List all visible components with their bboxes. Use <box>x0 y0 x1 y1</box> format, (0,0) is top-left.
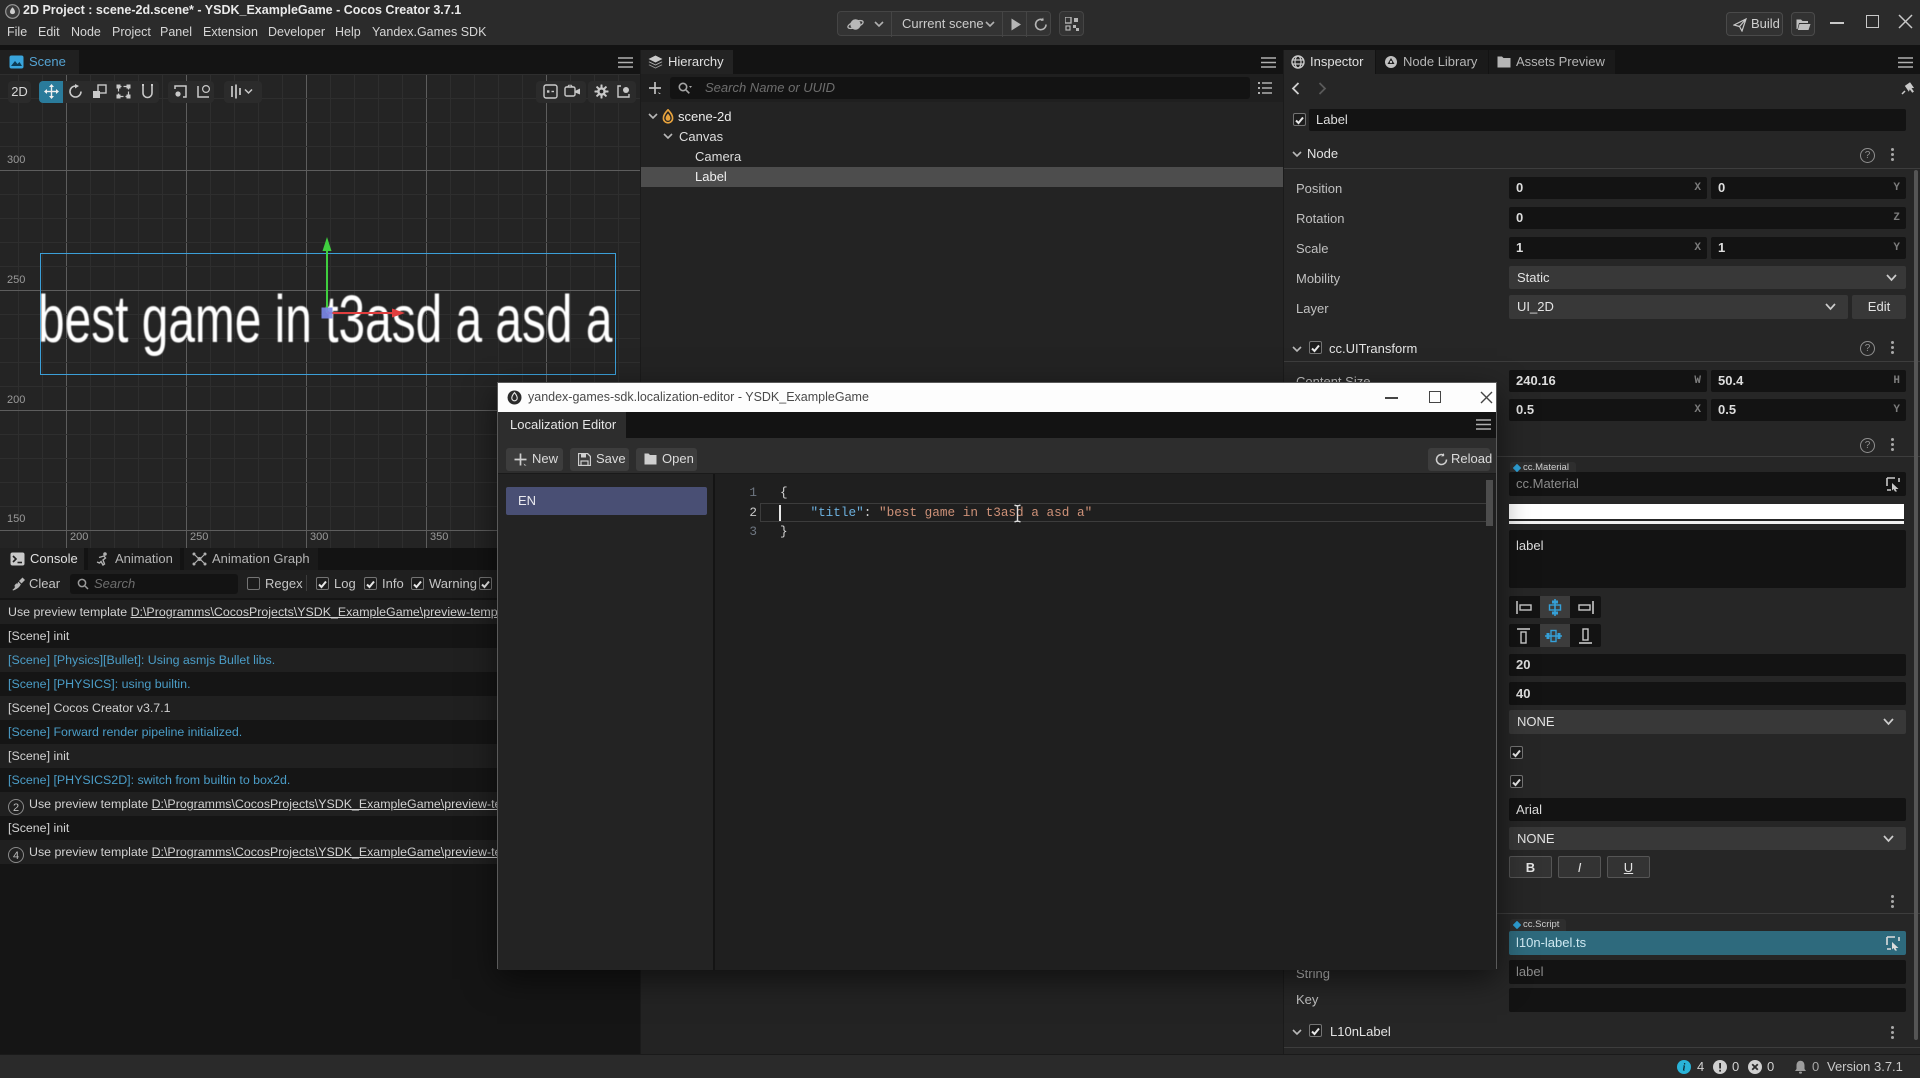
svg-text:i: i <box>1683 1063 1686 1074</box>
